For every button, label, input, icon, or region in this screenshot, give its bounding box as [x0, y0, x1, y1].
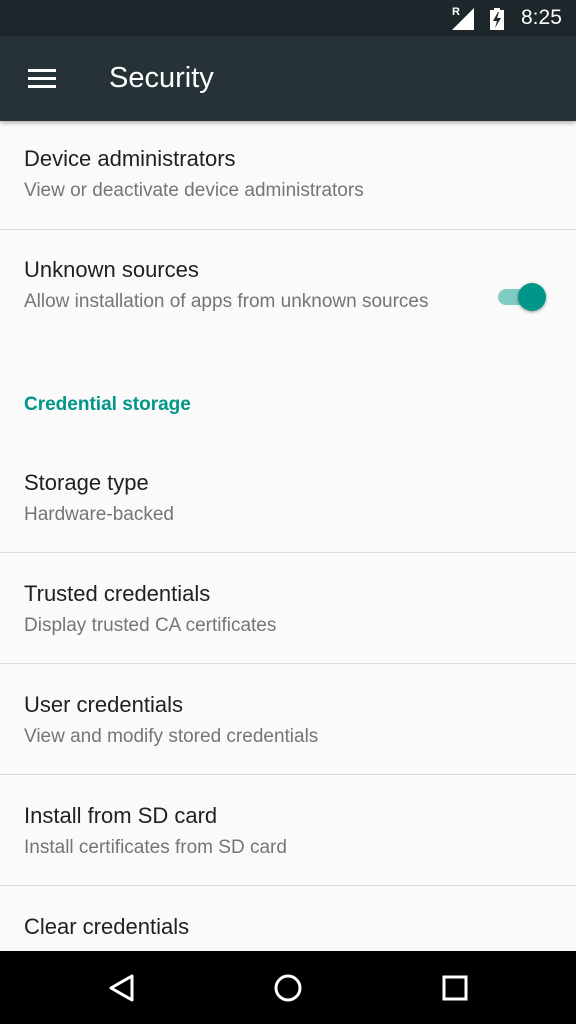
unknown-sources-item[interactable]: Unknown sources Allow installation of ap…: [0, 230, 576, 360]
home-icon: [274, 974, 302, 1002]
recents-button[interactable]: [432, 965, 478, 1011]
back-icon: [109, 974, 134, 1002]
user-credentials-item[interactable]: User credentials View and modify stored …: [0, 664, 576, 774]
app-bar: Security: [0, 36, 576, 121]
menu-button[interactable]: [20, 60, 64, 96]
toggle-thumb: [518, 283, 546, 311]
storage-type-summary: Hardware-backed: [24, 504, 174, 525]
recents-icon: [442, 975, 468, 1001]
back-button[interactable]: [98, 965, 144, 1011]
device-administrators-title: Device administrators: [24, 146, 236, 171]
user-credentials-title: User credentials: [24, 692, 183, 717]
device-administrators-item[interactable]: Device administrators View or deactivate…: [0, 121, 576, 229]
storage-type-title: Storage type: [24, 470, 149, 495]
user-credentials-summary: View and modify stored credentials: [24, 726, 319, 747]
storage-type-item[interactable]: Storage type Hardware-backed: [0, 443, 576, 552]
home-button[interactable]: [265, 965, 311, 1011]
unknown-sources-summary: Allow installation of apps from unknown …: [24, 291, 429, 312]
trusted-credentials-summary: Display trusted CA certificates: [24, 615, 277, 636]
credential-storage-header: Credential storage: [24, 394, 191, 415]
battery-charging-icon: [490, 8, 504, 30]
signal-icon: [452, 8, 474, 30]
status-bar: R 8:25: [0, 0, 576, 36]
trusted-credentials-title: Trusted credentials: [24, 581, 211, 606]
status-clock: 8:25: [521, 6, 562, 29]
unknown-sources-title: Unknown sources: [24, 257, 199, 282]
clear-credentials-title: Clear credentials: [24, 914, 190, 939]
clear-credentials-item[interactable]: Clear credentials: [0, 886, 576, 951]
page-title: Security: [109, 62, 214, 94]
unknown-sources-toggle[interactable]: [496, 278, 548, 314]
install-from-sd-card-summary: Install certificates from SD card: [24, 837, 287, 858]
install-from-sd-card-title: Install from SD card: [24, 803, 218, 828]
install-from-sd-card-item[interactable]: Install from SD card Install certificate…: [0, 775, 576, 885]
settings-list[interactable]: Device administrators View or deactivate…: [0, 121, 576, 951]
navigation-bar: [0, 951, 576, 1024]
device-administrators-summary: View or deactivate device administrators: [24, 180, 364, 201]
trusted-credentials-item[interactable]: Trusted credentials Display trusted CA c…: [0, 553, 576, 663]
